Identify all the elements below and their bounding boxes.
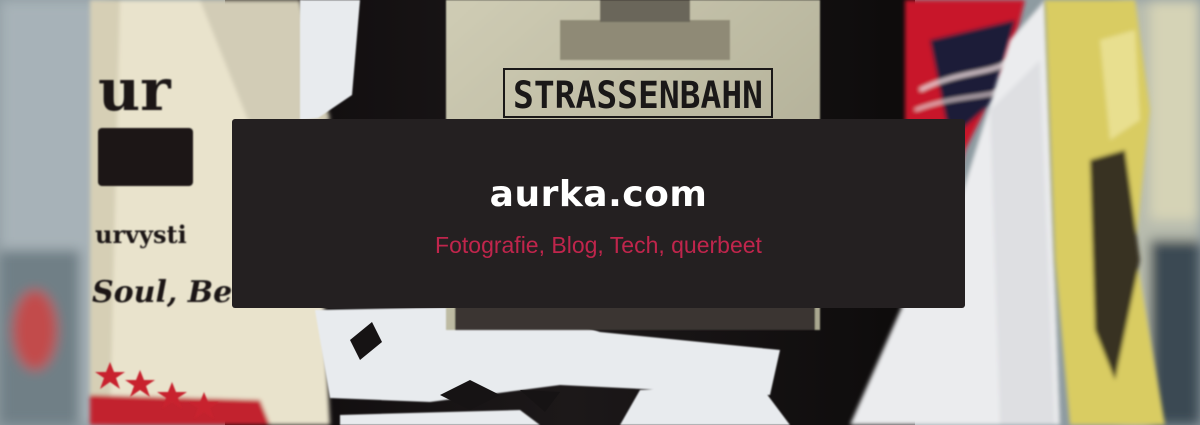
poster-text-mid: urvysti: [95, 220, 187, 249]
site-title[interactable]: aurka.com: [232, 173, 965, 217]
poster-text-top: ur: [98, 56, 172, 124]
hero-header: ur urvysti Soul, Be STRASSENBAHN aurka.c…: [0, 0, 1200, 425]
sign-text: STRASSENBAHN: [513, 74, 763, 117]
site-tagline: Fotografie, Blog, Tech, querbeet: [435, 232, 762, 258]
site-title-card: aurka.com Fotografie, Blog, Tech, querbe…: [232, 119, 965, 308]
poster-text-low: Soul, Be: [92, 275, 232, 310]
